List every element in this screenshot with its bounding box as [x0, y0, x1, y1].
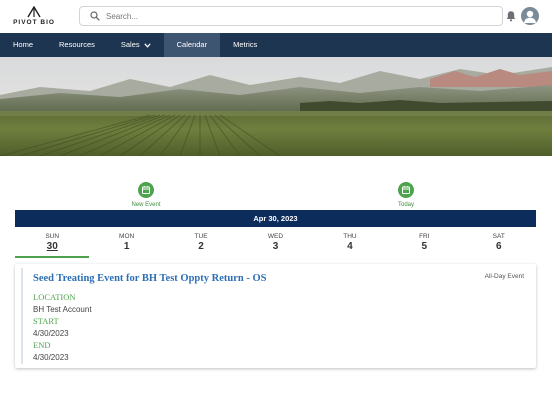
nav-calendar-label: Calendar	[176, 40, 208, 49]
today-label: Today	[397, 202, 414, 208]
day-name: THU	[343, 233, 357, 240]
day-name: WED	[267, 233, 284, 240]
pivot-bio-logo[interactable]: PIVOT BIO	[12, 6, 56, 28]
end-label: END	[33, 340, 51, 350]
location-label: LOCATION	[33, 292, 76, 302]
new-event-label: New Event	[131, 202, 161, 208]
calendar-today-icon	[398, 182, 414, 198]
search-input[interactable]	[106, 9, 486, 23]
nav-metrics-label: Metrics	[233, 40, 258, 49]
top-header: PIVOT BIO	[0, 0, 552, 33]
end-value: 4/30/2023	[33, 353, 69, 362]
search-box[interactable]	[79, 6, 503, 26]
nav-sales[interactable]: Sales	[108, 33, 164, 57]
new-event-button[interactable]: New Event	[116, 182, 176, 208]
day-number: 6	[495, 241, 502, 252]
start-label: START	[33, 316, 59, 326]
today-button[interactable]: Today	[376, 182, 436, 208]
day-name: FRI	[419, 233, 430, 240]
day-name: TUE	[194, 233, 208, 240]
day-name: SAT	[492, 233, 505, 240]
calendar-add-icon	[138, 182, 154, 198]
logo-mark-icon	[27, 6, 41, 18]
nav-resources[interactable]: Resources	[46, 33, 108, 57]
day-sun[interactable]: SUN 30	[15, 227, 90, 258]
user-icon	[524, 10, 536, 23]
event-card[interactable]: Seed Treating Event for BH Test Oppty Re…	[15, 264, 536, 368]
nav-home-label: Home	[13, 40, 34, 49]
day-wed[interactable]: WED 3	[238, 227, 312, 258]
main-nav: Home Resources Sales Calendar Metrics	[0, 33, 552, 57]
start-value: 4/30/2023	[33, 329, 69, 338]
day-name: MON	[119, 233, 135, 240]
day-number: 2	[198, 241, 204, 252]
all-day-badge: All-Day Event	[484, 273, 524, 280]
bell-icon[interactable]	[505, 10, 517, 22]
event-card-body: Seed Treating Event for BH Test Oppty Re…	[21, 268, 530, 364]
farm-landscape-illustration	[0, 57, 552, 156]
day-number: 1	[123, 241, 130, 252]
event-title-link[interactable]: Seed Treating Event for BH Test Oppty Re…	[33, 273, 266, 284]
nav-calendar[interactable]: Calendar	[163, 33, 221, 57]
nav-resources-label: Resources	[59, 40, 95, 49]
day-number: 30	[46, 241, 58, 252]
nav-metrics[interactable]: Metrics	[220, 33, 270, 57]
brand-name: PIVOT BIO	[13, 19, 55, 26]
week-strip: SUN 30 MON 1 TUE 2 WED 3 THU 4 FRI 5 SAT…	[15, 227, 536, 258]
day-number: 4	[347, 241, 353, 252]
day-tue[interactable]: TUE 2	[164, 227, 238, 258]
nav-sales-label: Sales	[120, 40, 140, 49]
location-value: BH Test Account	[33, 305, 92, 314]
chevron-down-icon	[143, 42, 151, 48]
day-number: 5	[421, 241, 428, 252]
search-icon	[90, 11, 100, 21]
day-name: SUN	[45, 233, 60, 240]
day-number: 3	[272, 241, 279, 252]
date-header: Apr 30, 2023	[15, 210, 536, 227]
nav-home[interactable]: Home	[0, 33, 46, 57]
avatar[interactable]	[521, 7, 539, 25]
day-mon[interactable]: MON 1	[89, 227, 163, 258]
day-thu[interactable]: THU 4	[313, 227, 387, 258]
hero-banner-image	[0, 57, 552, 156]
day-sat[interactable]: SAT 6	[462, 227, 536, 258]
day-fri[interactable]: FRI 5	[387, 227, 461, 258]
